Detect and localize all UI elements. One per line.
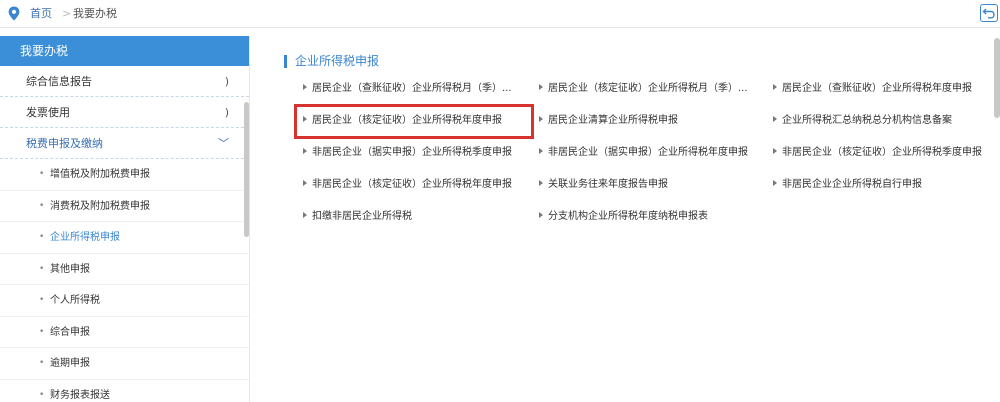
- sidebar-subitem-financial-statements[interactable]: • 财务报表报送: [0, 380, 249, 402]
- filing-link[interactable]: 居民企业（核定征收）企业所得税月（季）...: [539, 82, 748, 96]
- sidebar-subitem-label: 逾期申报: [50, 358, 90, 369]
- bullet-icon: •: [39, 232, 45, 242]
- breadcrumb-home-link[interactable]: 首页: [30, 7, 52, 21]
- sidebar-subitem-overdue[interactable]: • 逾期申报: [0, 348, 249, 380]
- triangle-right-icon: [539, 148, 543, 154]
- sidebar-scrollbar[interactable]: [244, 102, 249, 237]
- map-pin-icon: [8, 6, 20, 21]
- top-bar: 首页 > 我要办税: [0, 0, 1000, 28]
- filing-link-label: 企业所得税汇总纳税总分机构信息备案: [782, 115, 952, 126]
- sidebar-subitem-label: 个人所得税: [50, 295, 100, 306]
- filing-link[interactable]: 非居民企业（据实申报）企业所得税季度申报: [303, 146, 512, 160]
- filing-link[interactable]: 分支机构企业所得税年度纳税申报表: [539, 210, 708, 224]
- filing-link[interactable]: 居民企业清算企业所得税申报: [539, 114, 678, 128]
- sidebar-subitem-label: 财务报表报送: [50, 389, 110, 401]
- filing-link-label: 分支机构企业所得税年度纳税申报表: [548, 211, 708, 222]
- chevron-down-icon: ﹀: [218, 137, 229, 150]
- sidebar-item-tax-filing[interactable]: 税费申报及缴纳 ﹀: [0, 128, 249, 159]
- triangle-right-icon: [303, 84, 307, 90]
- triangle-right-icon: [773, 148, 777, 154]
- filing-link[interactable]: 非居民企业（据实申报）企业所得税年度申报: [539, 146, 748, 160]
- triangle-right-icon: [773, 180, 777, 186]
- filing-link-label: 扣缴非居民企业所得税: [312, 211, 412, 222]
- sidebar-subitem-comprehensive[interactable]: • 综合申报: [0, 317, 249, 348]
- filing-link[interactable]: 居民企业（查账征收）企业所得税年度申报: [773, 82, 972, 96]
- return-icon: [982, 8, 995, 19]
- breadcrumb-current: 我要办税: [73, 7, 117, 20]
- section-title-text: 企业所得税申报: [295, 54, 380, 68]
- filing-link-label: 非居民企业（据实申报）企业所得税季度申报: [312, 147, 512, 158]
- triangle-right-icon: [539, 212, 543, 218]
- filing-link[interactable]: 居民企业（查账征收）企业所得税月（季）...: [303, 82, 512, 96]
- bullet-icon: •: [39, 326, 45, 337]
- filing-link-label: 非居民企业（据实申报）企业所得税年度申报: [548, 147, 748, 158]
- sidebar-subitem-consumption-tax[interactable]: • 消费税及附加税费申报: [0, 191, 249, 222]
- triangle-right-icon: [303, 180, 307, 186]
- filing-link-label: 居民企业（查账征收）企业所得税月（季）...: [312, 83, 512, 94]
- sidebar-title: 我要办税: [0, 36, 249, 66]
- sidebar-subitem-other[interactable]: • 其他申报: [0, 254, 249, 285]
- filing-link[interactable]: 关联业务往来年度报告申报: [539, 178, 668, 192]
- bullet-icon: •: [39, 169, 45, 179]
- bullet-icon: •: [39, 389, 45, 400]
- sidebar-subitem-label: 综合申报: [50, 326, 90, 338]
- sidebar-item-invoice[interactable]: 发票使用 ): [0, 97, 249, 128]
- bullet-icon: •: [39, 263, 45, 274]
- filing-link-label: 居民企业（核定征收）企业所得税月（季）...: [548, 83, 748, 94]
- back-button[interactable]: [980, 4, 998, 22]
- triangle-right-icon: [303, 212, 307, 218]
- sidebar-item-label: 税费申报及缴纳: [26, 137, 103, 150]
- filing-link-label: 非居民企业企业所得税自行申报: [782, 179, 922, 190]
- highlight-box: [294, 104, 534, 139]
- triangle-right-icon: [303, 148, 307, 154]
- filing-link-label: 关联业务往来年度报告申报: [548, 179, 668, 190]
- filing-link-label: 非居民企业（核定征收）企业所得税年度申报: [312, 179, 512, 190]
- triangle-right-icon: [773, 116, 777, 122]
- main-panel: 企业所得税申报 居民企业（查账征收）企业所得税月（季）... 居民企业（核定征收…: [257, 38, 1000, 402]
- triangle-right-icon: [773, 84, 777, 90]
- sidebar-item-label: 综合信息报告: [26, 75, 92, 88]
- filing-link-label: 非居民企业（核定征收）企业所得税季度申报: [782, 147, 982, 158]
- sidebar-item-info-report[interactable]: 综合信息报告 ): [0, 66, 249, 97]
- sidebar-subitem-label: 企业所得税申报: [50, 232, 120, 243]
- chevron-right-icon: ): [224, 106, 229, 119]
- filing-link[interactable]: 非居民企业（核定征收）企业所得税年度申报: [303, 178, 512, 192]
- triangle-right-icon: [539, 116, 543, 122]
- triangle-right-icon: [539, 180, 543, 186]
- bullet-icon: •: [39, 295, 45, 305]
- sidebar: 我要办税 综合信息报告 ) 发票使用 ) 税费申报及缴纳 ﹀ • 增值税及附加税…: [0, 36, 250, 402]
- main-scrollbar[interactable]: [994, 38, 1000, 118]
- sidebar-item-label: 发票使用: [26, 106, 70, 119]
- sidebar-subitem-label: 增值税及附加税费申报: [50, 169, 150, 180]
- filing-link[interactable]: 扣缴非居民企业所得税: [303, 210, 412, 224]
- section-title: 企业所得税申报: [281, 54, 379, 68]
- sidebar-subitem-corporate-income-tax[interactable]: • 企业所得税申报: [0, 222, 249, 254]
- chevron-right-icon: ): [224, 75, 229, 88]
- filing-link[interactable]: 非居民企业企业所得税自行申报: [773, 178, 922, 192]
- bullet-icon: •: [39, 358, 45, 368]
- filing-link-label: 居民企业清算企业所得税申报: [548, 115, 678, 126]
- sidebar-subitem-personal-income-tax[interactable]: • 个人所得税: [0, 285, 249, 317]
- sidebar-subitem-label: 消费税及附加税费申报: [50, 200, 150, 212]
- bullet-icon: •: [39, 200, 45, 211]
- triangle-right-icon: [539, 84, 543, 90]
- filing-link[interactable]: 企业所得税汇总纳税总分机构信息备案: [773, 114, 952, 128]
- filing-link[interactable]: 非居民企业（核定征收）企业所得税季度申报: [773, 146, 982, 160]
- sidebar-subitem-label: 其他申报: [50, 263, 90, 275]
- filing-link-label: 居民企业（查账征收）企业所得税年度申报: [782, 83, 972, 94]
- sidebar-subitem-vat[interactable]: • 增值税及附加税费申报: [0, 159, 249, 191]
- breadcrumb-separator: >: [62, 7, 72, 20]
